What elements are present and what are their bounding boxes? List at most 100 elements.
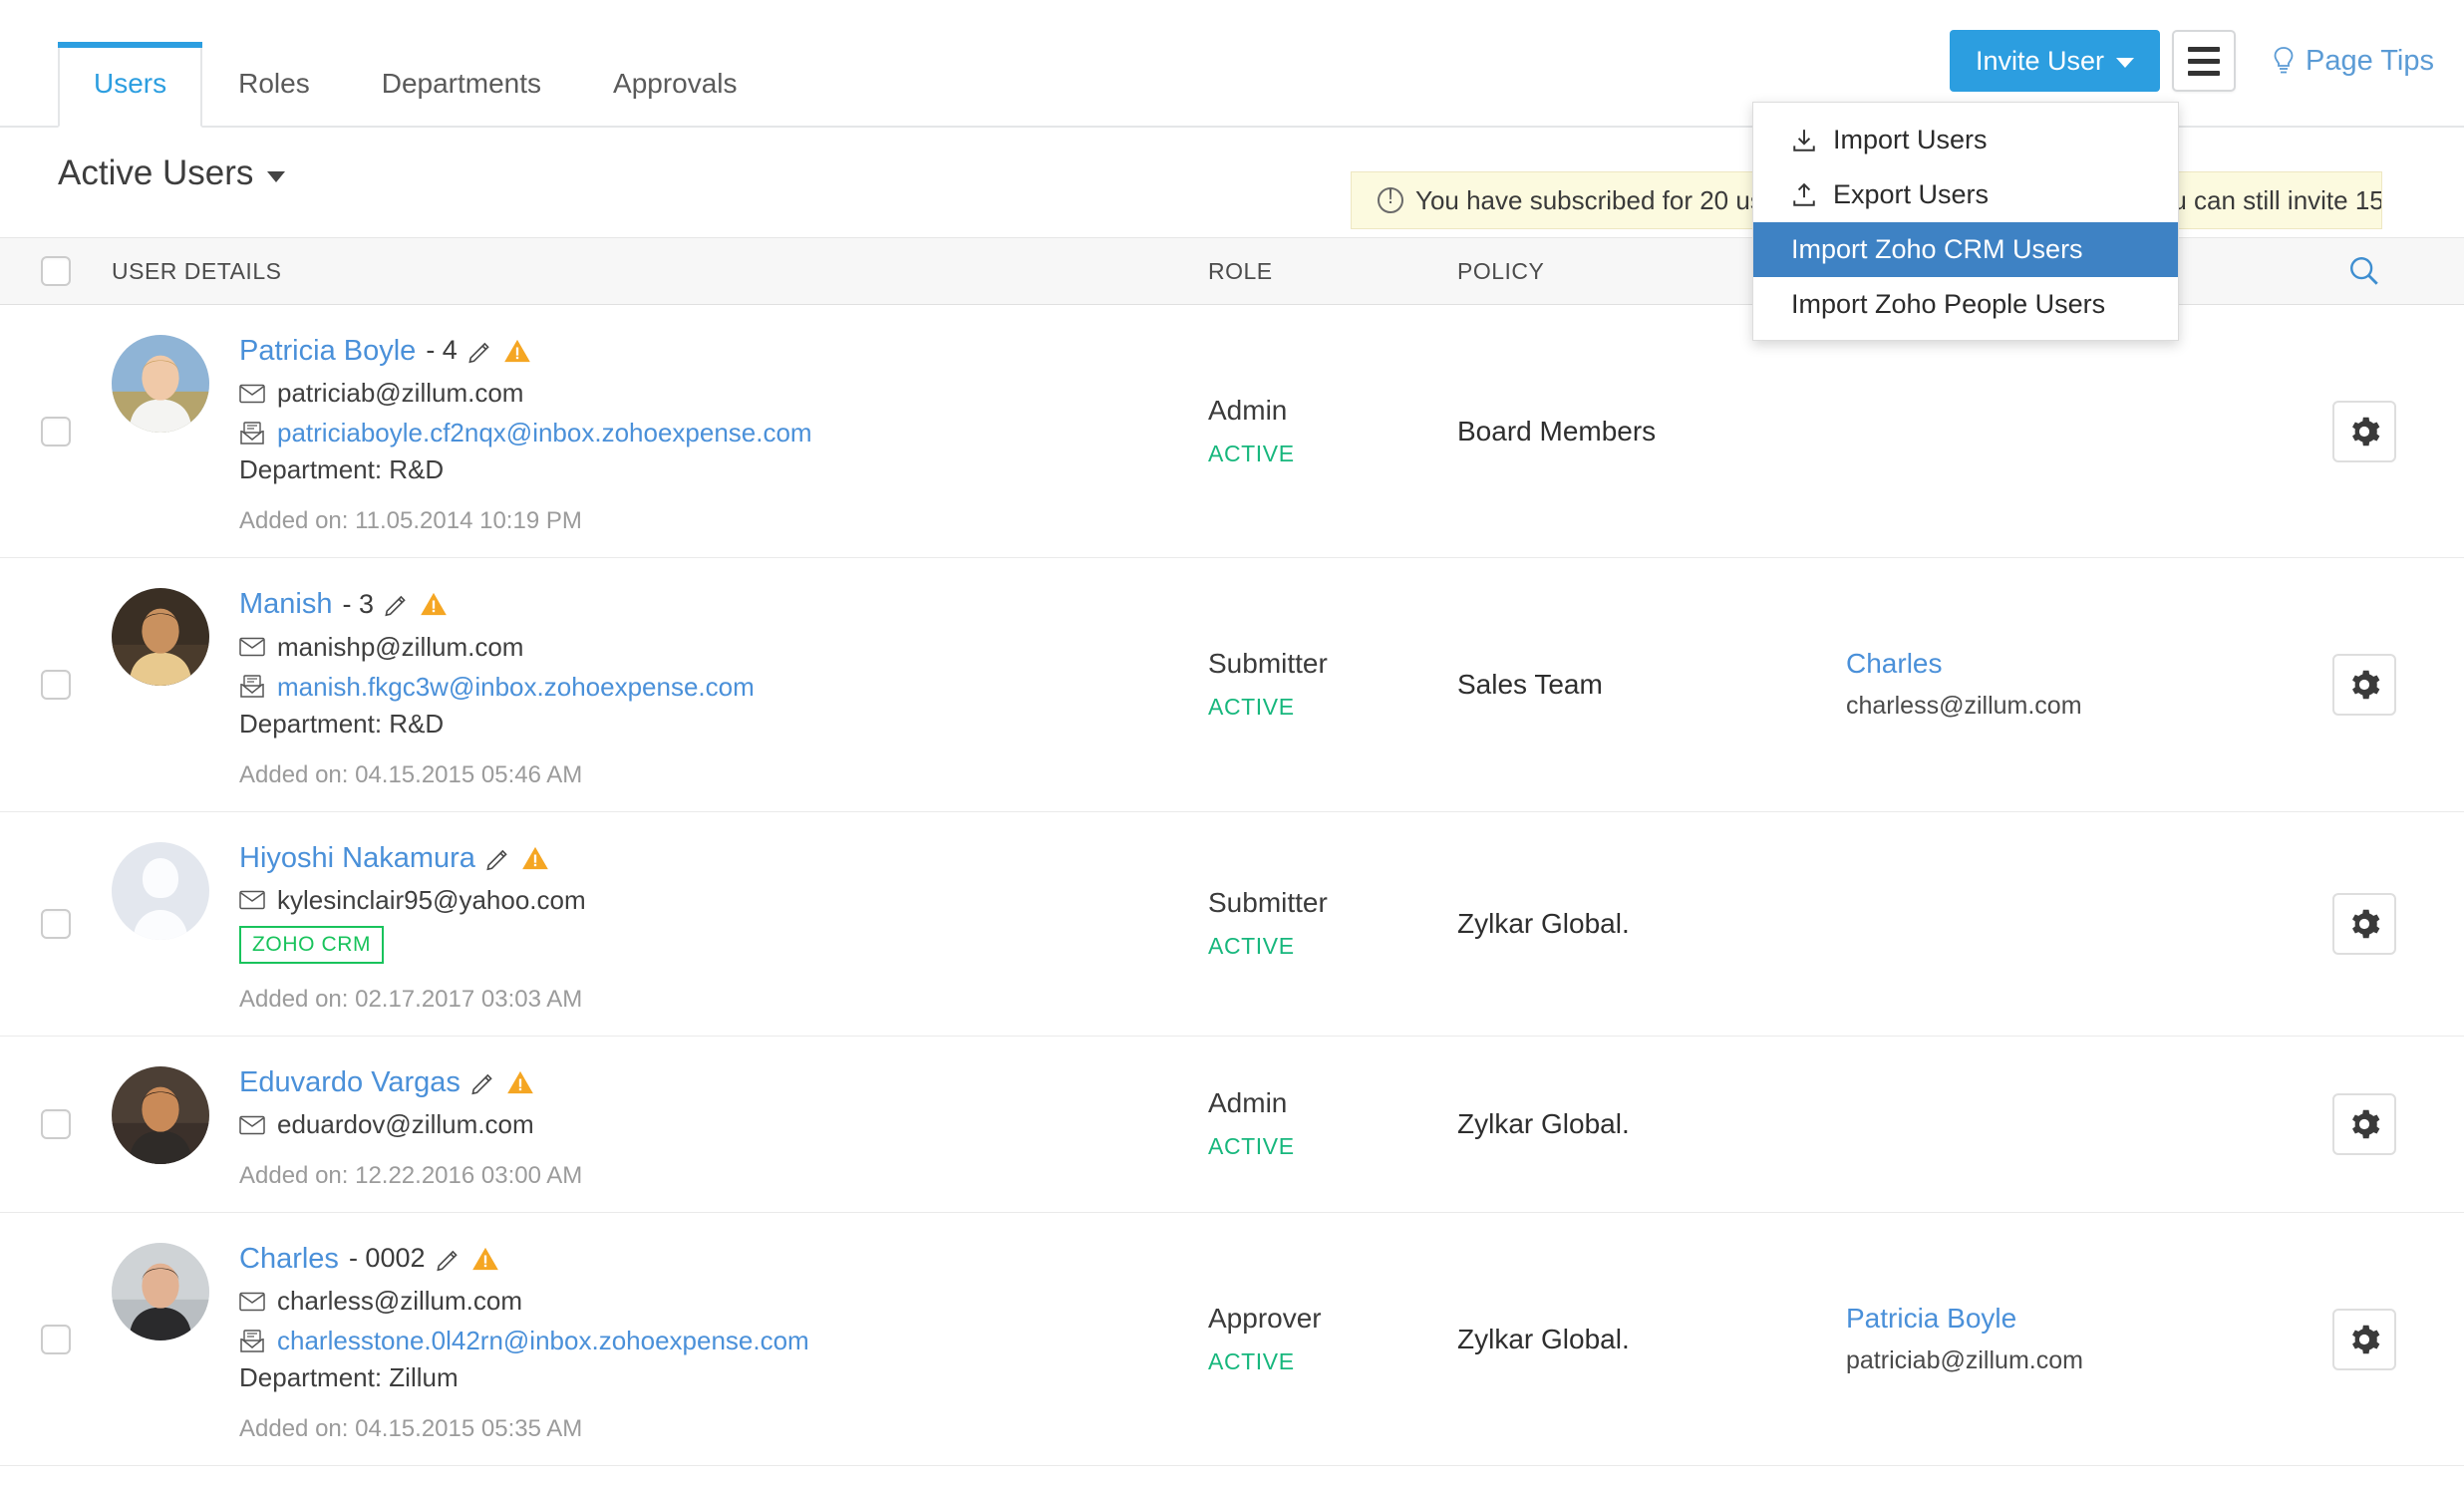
tab-roles-label: Roles bbox=[238, 68, 310, 99]
user-added-on: Added on: 04.15.2015 05:46 AM bbox=[239, 760, 583, 788]
page-tips-label: Page Tips bbox=[2306, 44, 2434, 77]
user-email-line: patriciab@zillum.com bbox=[239, 378, 812, 409]
user-inbox-email-line[interactable]: charlesstone.0l42rn@inbox.zohoexpense.co… bbox=[239, 1326, 809, 1356]
import-download-icon bbox=[1793, 129, 1815, 151]
user-inbox-email-line[interactable]: manish.fkgc3w@inbox.zohoexpense.com bbox=[239, 672, 755, 703]
menu-item-import-zoho-crm-users[interactable]: Import Zoho CRM Users bbox=[1753, 222, 2178, 277]
user-email-line: charless@zillum.com bbox=[239, 1286, 809, 1317]
search-icon[interactable] bbox=[2347, 254, 2381, 288]
row-select-cell bbox=[0, 305, 112, 557]
user-name-link[interactable]: Charles bbox=[239, 1241, 339, 1277]
edit-pencil-icon[interactable] bbox=[485, 845, 511, 871]
table-row[interactable]: Hiyoshi Nakamura kylesinclair95@yahoo.com… bbox=[0, 811, 2464, 1037]
status-badge: ACTIVE bbox=[1208, 933, 1295, 960]
table-row[interactable]: Manish - 3 manishp@zillum.com manish.fkgc3w… bbox=[0, 558, 2464, 812]
user-id-suffix: - 4 bbox=[426, 335, 458, 366]
table-row[interactable]: Charles - 0002 charless@zillum.com charless… bbox=[0, 1213, 2464, 1467]
warning-triangle-icon[interactable] bbox=[420, 591, 448, 617]
user-inbox-email[interactable]: patriciaboyle.cf2nqx@inbox.zohoexpense.c… bbox=[277, 418, 812, 448]
row-checkbox[interactable] bbox=[41, 669, 71, 700]
toolbar: Invite User Page Tips bbox=[1949, 30, 2434, 92]
approver-cell: Charles charless@zillum.com bbox=[1846, 558, 2265, 810]
policy-cell: Board Members bbox=[1457, 305, 1846, 557]
role-cell: Submitter ACTIVE bbox=[1208, 812, 1457, 1036]
user-details-cell: Patricia Boyle - 4 patriciab@zillum.com pat… bbox=[112, 305, 1208, 557]
user-name-link[interactable]: Hiyoshi Nakamura bbox=[239, 840, 475, 876]
warning-triangle-icon[interactable] bbox=[521, 845, 549, 871]
user-name-link[interactable]: Eduvardo Vargas bbox=[239, 1064, 461, 1100]
row-settings-button[interactable] bbox=[2332, 892, 2396, 955]
row-checkbox[interactable] bbox=[41, 1108, 71, 1139]
role-name: Submitter bbox=[1208, 887, 1328, 919]
menu-item-label: Import Zoho People Users bbox=[1791, 289, 2106, 319]
edit-pencil-icon[interactable] bbox=[384, 591, 410, 617]
export-upload-icon bbox=[1793, 182, 1815, 206]
approver-name-link[interactable]: Charles bbox=[1846, 648, 1942, 680]
table-row[interactable]: Eduvardo Vargas eduardov@zillum.com Added … bbox=[0, 1036, 2464, 1213]
select-all-cell bbox=[0, 256, 112, 286]
avatar bbox=[112, 841, 209, 940]
policy-name: Zylkar Global. bbox=[1457, 1107, 1630, 1139]
role-cell: Admin ACTIVE bbox=[1208, 1037, 1457, 1212]
user-department: Department: R&D bbox=[239, 708, 445, 739]
warning-triangle-icon[interactable] bbox=[471, 1246, 499, 1272]
hamburger-icon-bar bbox=[2188, 70, 2221, 76]
row-settings-button[interactable] bbox=[2332, 1308, 2396, 1370]
envelope-icon bbox=[239, 891, 265, 910]
tab-departments-label: Departments bbox=[381, 68, 542, 99]
user-table-body: Patricia Boyle - 4 patriciab@zillum.com pat… bbox=[0, 305, 2464, 1467]
row-settings-button[interactable] bbox=[2332, 400, 2396, 462]
row-select-cell bbox=[0, 558, 112, 810]
user-name-link[interactable]: Patricia Boyle bbox=[239, 333, 416, 369]
policy-name: Zylkar Global. bbox=[1457, 1323, 1630, 1354]
approver-name-link[interactable]: Patricia Boyle bbox=[1846, 1303, 2016, 1335]
user-name-link[interactable]: Manish bbox=[239, 586, 333, 622]
tab-approvals[interactable]: Approvals bbox=[577, 42, 773, 128]
role-name: Admin bbox=[1208, 395, 1288, 427]
role-name: Admin bbox=[1208, 1087, 1288, 1119]
select-all-checkbox[interactable] bbox=[41, 256, 71, 286]
row-actions-cell bbox=[2265, 305, 2464, 557]
tab-users[interactable]: Users bbox=[58, 42, 203, 128]
menu-item-export-users[interactable]: Export Users bbox=[1753, 167, 2178, 222]
user-email: manishp@zillum.com bbox=[277, 631, 524, 662]
row-settings-button[interactable] bbox=[2332, 1092, 2396, 1155]
envelope-icon bbox=[239, 384, 265, 403]
row-checkbox[interactable] bbox=[41, 908, 71, 939]
approver-cell: Patricia Boyle patriciab@zillum.com bbox=[1846, 1213, 2265, 1465]
more-menu-button[interactable] bbox=[2172, 30, 2237, 92]
hamburger-icon-bar bbox=[2188, 46, 2221, 52]
menu-item-import-users[interactable]: Import Users bbox=[1753, 113, 2178, 167]
chevron-down-icon bbox=[267, 171, 286, 182]
avatar bbox=[112, 1243, 209, 1340]
user-details-cell: Hiyoshi Nakamura kylesinclair95@yahoo.com… bbox=[112, 812, 1208, 1036]
user-inbox-email[interactable]: charlesstone.0l42rn@inbox.zohoexpense.co… bbox=[277, 1326, 809, 1356]
edit-pencil-icon[interactable] bbox=[470, 1069, 496, 1095]
row-actions-cell bbox=[2265, 1037, 2464, 1212]
row-checkbox[interactable] bbox=[41, 1324, 71, 1354]
page-tips-link[interactable]: Page Tips bbox=[2272, 45, 2434, 78]
table-row[interactable]: Patricia Boyle - 4 patriciab@zillum.com pat… bbox=[0, 305, 2464, 559]
lightbulb-icon bbox=[2274, 47, 2294, 74]
user-inbox-email[interactable]: manish.fkgc3w@inbox.zohoexpense.com bbox=[277, 672, 755, 703]
policy-cell: Sales Team bbox=[1457, 558, 1846, 810]
menu-item-import-zoho-people-users[interactable]: Import Zoho People Users bbox=[1753, 277, 2178, 332]
edit-pencil-icon[interactable] bbox=[436, 1246, 462, 1272]
warning-triangle-icon[interactable] bbox=[503, 338, 531, 364]
import-export-menu: Import Users Export Users Import Zoho CR… bbox=[1752, 102, 2179, 341]
view-selector[interactable]: Active Users bbox=[58, 153, 286, 193]
user-details-cell: Manish - 3 manishp@zillum.com manish.fkgc3w… bbox=[112, 558, 1208, 810]
user-added-on: Added on: 12.22.2016 03:00 AM bbox=[239, 1162, 583, 1189]
tab-roles[interactable]: Roles bbox=[202, 42, 346, 128]
menu-item-label: Import Users bbox=[1833, 125, 1988, 154]
tab-departments[interactable]: Departments bbox=[346, 42, 577, 128]
user-inbox-email-line[interactable]: patriciaboyle.cf2nqx@inbox.zohoexpense.c… bbox=[239, 418, 812, 448]
user-details-cell: Eduvardo Vargas eduardov@zillum.com Added … bbox=[112, 1037, 1208, 1212]
warning-triangle-icon[interactable] bbox=[506, 1069, 534, 1095]
invite-user-button[interactable]: Invite User bbox=[1949, 30, 2161, 92]
envelope-icon bbox=[239, 637, 265, 657]
edit-pencil-icon[interactable] bbox=[467, 338, 493, 364]
row-checkbox[interactable] bbox=[41, 416, 71, 447]
avatar bbox=[112, 1065, 209, 1164]
row-settings-button[interactable] bbox=[2332, 653, 2396, 716]
